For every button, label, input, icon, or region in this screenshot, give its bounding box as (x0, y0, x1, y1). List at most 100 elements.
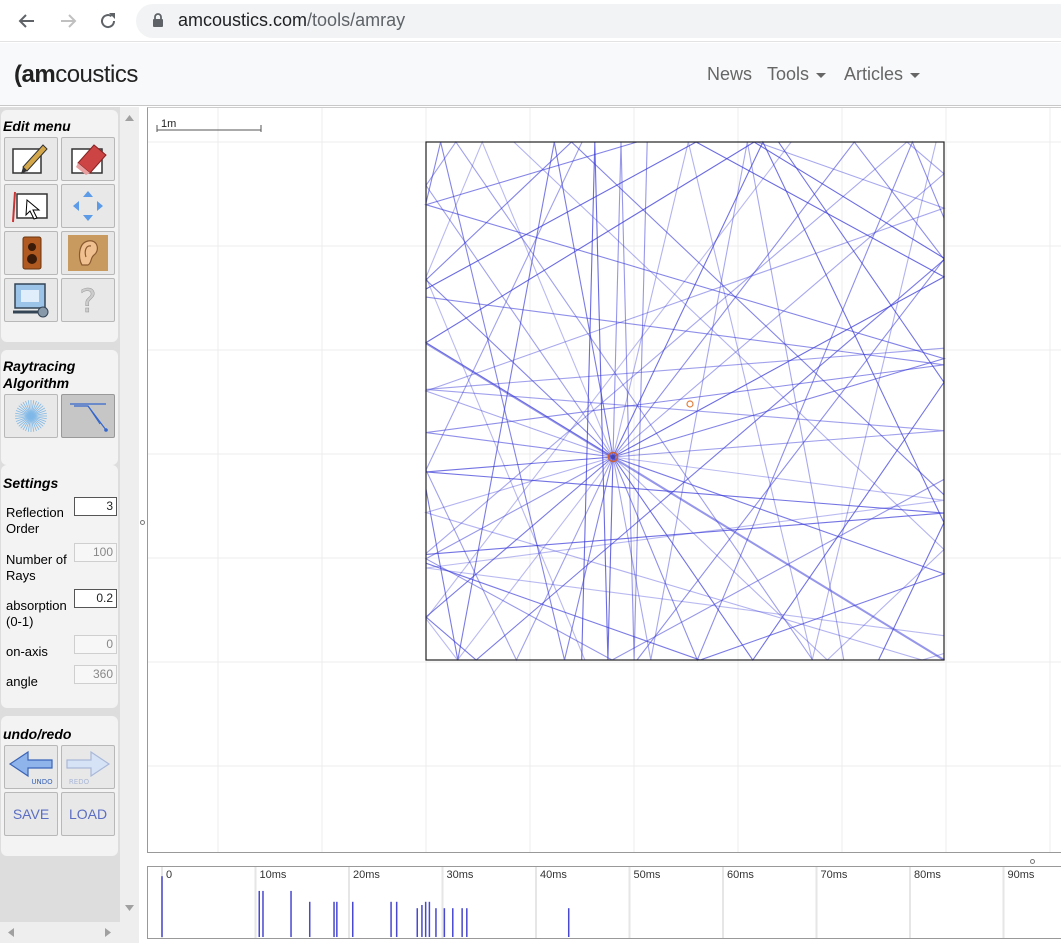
nav-articles[interactable]: Articles (844, 64, 921, 85)
impulse-tick-label: 60ms (727, 869, 754, 881)
impulse-bar (258, 890, 260, 937)
left-panel: Edit menu ? Raytracing Algorithm Setting… (0, 107, 139, 943)
impulse-bar (416, 908, 419, 937)
mirror-rays-button[interactable] (61, 394, 115, 438)
absorption-label-2: (0-1) (6, 614, 34, 629)
absorption-input[interactable]: 0.2 (74, 589, 117, 608)
impulse-bar (161, 876, 163, 937)
rays (424, 140, 946, 662)
forward-arrow-icon[interactable] (55, 8, 81, 34)
number-of-rays-label-2: Rays (6, 568, 36, 583)
undo-redo-title: undo/redo (3, 726, 72, 742)
scroll-down-arrow-icon[interactable] (125, 905, 134, 911)
room-canvas[interactable]: 1m (147, 107, 1061, 853)
question-mark-icon: ? (79, 282, 97, 318)
browser-toolbar: amcoustics.com/tools/amray (0, 0, 1061, 42)
reload-icon[interactable] (95, 8, 121, 34)
impulse-tick-label: 40ms (540, 869, 567, 881)
impulse-bar (262, 890, 264, 937)
reflection-order-input[interactable]: 3 (74, 497, 117, 516)
scroll-right-arrow-icon[interactable] (105, 928, 111, 937)
ray-path (425, 456, 945, 555)
undo-button[interactable]: UNDO (4, 745, 58, 789)
impulse-bar (333, 901, 335, 937)
nav-news[interactable]: News (707, 64, 752, 85)
svg-text:?: ? (80, 282, 97, 318)
logo-suffix: coustics (55, 61, 138, 88)
url-path: /tools/amray (307, 10, 406, 30)
resize-grip[interactable] (140, 520, 145, 525)
ray-path (425, 141, 945, 554)
load-label: LOAD (68, 806, 108, 822)
scroll-up-arrow-icon[interactable] (125, 115, 134, 121)
redo-arrow-icon: REDO (66, 750, 111, 786)
impulse-bar (336, 901, 338, 937)
angle-input: 360 (74, 665, 117, 684)
impulse-tick-label: 30ms (447, 869, 474, 881)
logo-prefix: (am (14, 61, 56, 88)
load-button[interactable]: LOAD (61, 792, 115, 836)
ray-path (612, 141, 845, 661)
ray-path (612, 141, 648, 661)
settings-button[interactable] (4, 278, 58, 322)
raytracing-title-line2: Algorithm (3, 375, 70, 391)
impulse-bar (428, 901, 431, 937)
panel-horizontal-scrollbar[interactable] (0, 922, 120, 943)
save-button[interactable]: SAVE (4, 792, 58, 836)
impulse-bar (424, 901, 427, 937)
move-button[interactable] (61, 184, 115, 228)
edit-menu-section: Edit menu ? (1, 110, 118, 342)
impulse-bar (395, 901, 398, 937)
impulse-response-plot: 0 10ms 20ms 30ms 40ms 50ms 60ms 70ms 80ms 90ms (147, 866, 1061, 939)
eraser-icon (71, 144, 107, 175)
scroll-left-arrow-icon[interactable] (8, 928, 14, 937)
add-source-button[interactable] (4, 231, 58, 275)
impulse-response-chart: 0 10ms 20ms 30ms 40ms 50ms 60ms 70ms 80ms 90ms (161, 867, 1035, 938)
ray-diagram[interactable]: 1m (148, 108, 1061, 853)
computer-settings-icon (13, 283, 49, 318)
impulse-bar (452, 908, 454, 937)
impulse-tick-label: 10ms (260, 869, 287, 881)
lock-icon (152, 13, 164, 33)
add-listener-button[interactable] (61, 231, 115, 275)
erase-button[interactable] (61, 137, 115, 181)
reflection-order-label-1: Reflection (6, 505, 64, 520)
draw-wall-button[interactable] (4, 137, 58, 181)
impulse-bar (567, 908, 570, 937)
select-button[interactable] (4, 184, 58, 228)
ear-icon (68, 235, 108, 271)
site-logo[interactable]: (amcoustics (14, 61, 138, 89)
undo-text: UNDO (31, 778, 53, 786)
url-host: amcoustics.com (178, 10, 308, 30)
nav-articles-label: Articles (844, 64, 904, 84)
impulse-tick-label: 0 (166, 869, 172, 881)
radial-rays-button[interactable] (4, 394, 58, 438)
redo-button[interactable]: REDO (61, 745, 115, 789)
resize-grip[interactable] (1030, 859, 1035, 864)
pencil-icon (12, 144, 48, 174)
redo-text: REDO (69, 778, 90, 786)
back-arrow-icon[interactable] (14, 8, 40, 34)
impulse-tick-label: 80ms (914, 869, 941, 881)
impulse-tick-label: 90ms (1008, 869, 1035, 881)
impulse-bar (435, 908, 437, 937)
scale-label: 1m (161, 118, 176, 130)
raytracing-section: Raytracing Algorithm (1, 350, 118, 465)
radial-rays-icon (15, 400, 47, 432)
chevron-down-icon (816, 72, 827, 78)
listener-marker[interactable] (686, 400, 694, 408)
on-axis-input: 0 (74, 635, 117, 654)
impulse-bar (351, 901, 354, 937)
impulse-bar (461, 908, 463, 937)
number-of-rays-label-1: Number of (6, 552, 67, 567)
reflection-order-label-2: Order (6, 521, 40, 536)
impulse-bar (390, 901, 392, 937)
room-walls[interactable] (425, 141, 945, 661)
help-button[interactable]: ? (61, 278, 115, 322)
on-axis-label: on-axis (6, 644, 48, 659)
settings-title: Settings (3, 475, 59, 491)
speaker-icon (22, 236, 42, 270)
select-cursor-icon (12, 191, 48, 223)
nav-tools[interactable]: Tools (767, 64, 827, 85)
panel-vertical-scrollbar[interactable] (120, 107, 139, 943)
